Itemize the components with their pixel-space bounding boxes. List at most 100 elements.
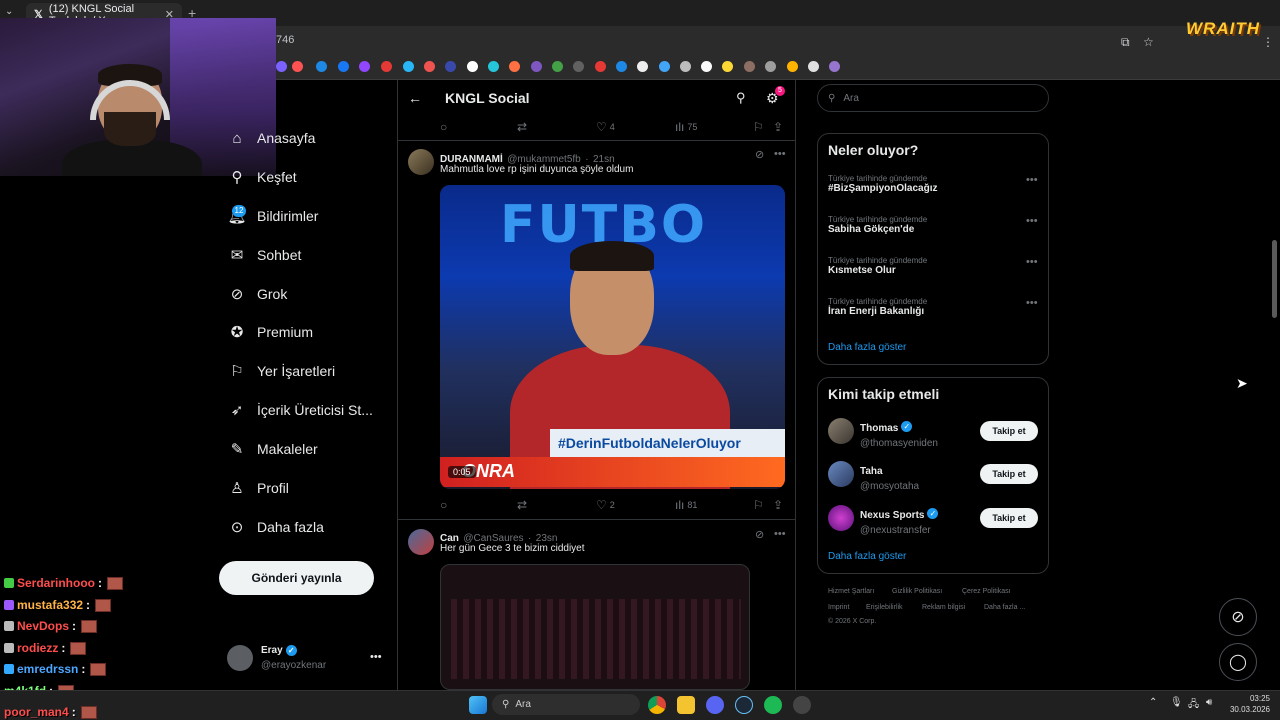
nav-creator-studio[interactable]: ➶ İçerik Üreticisi St... (228, 398, 373, 422)
follow-button[interactable]: Takip et (980, 508, 1038, 528)
trend-more-icon[interactable]: ••• (1026, 256, 1038, 268)
tweet-video[interactable] (440, 564, 750, 690)
trends-show-more-link[interactable]: Daha fazla göster (828, 342, 906, 353)
messages-fab[interactable]: ◯ (1219, 643, 1257, 681)
bookmark-icon[interactable] (509, 61, 520, 72)
avatar[interactable] (408, 149, 434, 175)
views-button[interactable]: ılı 81 (675, 498, 697, 512)
scrollbar-thumb[interactable] (1272, 240, 1277, 318)
bookmark-icon[interactable] (680, 61, 691, 72)
system-clock[interactable]: 03:25 30.03.2026 (1228, 693, 1270, 715)
follow-suggestion[interactable]: Nexus Sports ✓ @nexustransfer (860, 505, 939, 536)
nav-articles[interactable]: ✎ Makaleler (228, 437, 318, 461)
nav-premium[interactable]: ✪ Premium (228, 320, 313, 344)
bookmark-button[interactable]: ⚐ (753, 120, 764, 134)
trend-item[interactable]: Türkiye tarihinde gündemde Kısmetse Olur (828, 256, 927, 276)
trend-item[interactable]: Türkiye tarihinde gündemde #BizŞampiyonO… (828, 174, 937, 194)
bookmark-icon[interactable] (637, 61, 648, 72)
windows-start-icon[interactable] (469, 696, 487, 714)
bookmark-icon[interactable] (701, 61, 712, 72)
bookmark-icon[interactable] (787, 61, 798, 72)
microphone-icon[interactable]: 🎙︎ (1170, 697, 1183, 708)
account-more-icon[interactable]: ••• (370, 651, 382, 663)
steam-icon[interactable] (735, 696, 753, 714)
follow-button[interactable]: Takip et (980, 421, 1038, 441)
bookmark-icon[interactable] (616, 61, 627, 72)
url-text[interactable]: 746 (276, 34, 294, 46)
tweet-more-icon[interactable]: ••• (774, 148, 786, 160)
spotify-icon[interactable] (764, 696, 782, 714)
bookmark-icon[interactable] (722, 61, 733, 72)
bookmark-icon[interactable] (316, 61, 327, 72)
avatar[interactable] (227, 645, 253, 671)
bookmark-icon[interactable] (467, 61, 478, 72)
views-button[interactable]: ılı 75 (675, 120, 697, 134)
share-button[interactable]: ⇪ (773, 498, 783, 512)
share-button[interactable]: ⇪ (773, 120, 783, 134)
bookmark-icon[interactable] (359, 61, 370, 72)
bookmark-icon[interactable] (338, 61, 349, 72)
discord-icon[interactable] (706, 696, 724, 714)
bookmark-icon[interactable] (808, 61, 819, 72)
nav-bookmarks[interactable]: ⚐ Yer İşaretleri (228, 359, 335, 383)
bookmark-icon[interactable] (403, 61, 414, 72)
avatar[interactable] (828, 418, 854, 444)
nav-messages[interactable]: ✉ Sohbet (228, 243, 302, 267)
nav-home[interactable]: ⌂ Anasayfa (228, 126, 315, 150)
follow-show-more-link[interactable]: Daha fazla göster (828, 551, 906, 562)
nav-profile[interactable]: ♙ Profil (228, 476, 289, 500)
bookmark-icon[interactable] (659, 61, 670, 72)
avatar[interactable] (408, 529, 434, 555)
search-icon[interactable]: ⚲ (736, 90, 746, 106)
bookmark-icon[interactable] (573, 61, 584, 72)
nav-more[interactable]: ⊙ Daha fazla (228, 515, 324, 539)
like-button[interactable]: ♡ 4 (596, 120, 615, 134)
grok-fab[interactable]: ⊘ (1219, 598, 1257, 636)
browser-menu-icon[interactable]: ⋮ (1262, 35, 1274, 49)
back-arrow-icon[interactable]: ← (408, 90, 422, 106)
tweet-video[interactable]: FUTBO #DerinFutboldaNelerOluyor ONRA 0:0… (440, 185, 785, 489)
bookmark-icon[interactable] (829, 61, 840, 72)
footer-link[interactable]: Imprint (828, 604, 849, 611)
footer-link[interactable]: Erişilebilirlik (866, 604, 903, 611)
bookmark-star-icon[interactable]: ☆ (1143, 35, 1154, 49)
trend-item[interactable]: Türkiye tarihinde gündemde Sabiha Gökçen… (828, 215, 927, 235)
cast-icon[interactable]: ⧉ (1121, 35, 1130, 50)
file-explorer-icon[interactable] (677, 696, 695, 714)
follow-button[interactable]: Takip et (980, 464, 1038, 484)
footer-link[interactable]: Hizmet Şartları (828, 588, 874, 595)
tab-list-chevron-icon[interactable]: ⌄ (5, 6, 13, 17)
taskbar-search[interactable]: ⚲ Ara (492, 694, 640, 715)
bookmark-icon[interactable] (744, 61, 755, 72)
bookmark-icon[interactable] (424, 61, 435, 72)
tweet-more-icon[interactable]: ••• (774, 528, 786, 540)
tray-chevron-icon[interactable]: ⌃ (1149, 697, 1157, 708)
bookmark-icon[interactable] (445, 61, 456, 72)
footer-link[interactable]: Reklam bilgisi (922, 604, 965, 611)
follow-suggestion[interactable]: Taha @mosyotaha (860, 461, 919, 492)
nav-grok[interactable]: ⊘ Grok (228, 282, 288, 306)
follow-suggestion[interactable]: Thomas ✓ @thomasyeniden (860, 418, 938, 449)
chrome-icon[interactable] (648, 696, 666, 714)
trend-more-icon[interactable]: ••• (1026, 297, 1038, 309)
avatar[interactable] (828, 461, 854, 487)
footer-link[interactable]: Çerez Politikası (962, 588, 1011, 595)
avatar[interactable] (828, 505, 854, 531)
reply-button[interactable]: ○ (440, 498, 447, 512)
bookmark-icon[interactable] (595, 61, 606, 72)
bookmark-icon[interactable] (552, 61, 563, 72)
bookmark-icon[interactable] (276, 61, 287, 72)
bookmark-icon[interactable] (488, 61, 499, 72)
nav-explore[interactable]: ⚲ Keşfet (228, 165, 297, 189)
bookmark-button[interactable]: ⚐ (753, 498, 764, 512)
trend-item[interactable]: Türkiye tarihinde gündemde İran Enerji B… (828, 297, 927, 317)
trend-more-icon[interactable]: ••• (1026, 174, 1038, 186)
volume-icon[interactable]: 🔊︎ (1206, 697, 1212, 708)
bookmark-icon[interactable] (765, 61, 776, 72)
post-button[interactable]: Gönderi yayınla (219, 561, 374, 595)
footer-link[interactable]: Gizlilik Politikası (892, 588, 942, 595)
grok-explain-icon[interactable]: ⊘ (755, 528, 764, 541)
grok-explain-icon[interactable]: ⊘ (755, 148, 764, 161)
like-button[interactable]: ♡ 2 (596, 498, 615, 512)
retweet-button[interactable]: ⇄ (517, 498, 527, 512)
